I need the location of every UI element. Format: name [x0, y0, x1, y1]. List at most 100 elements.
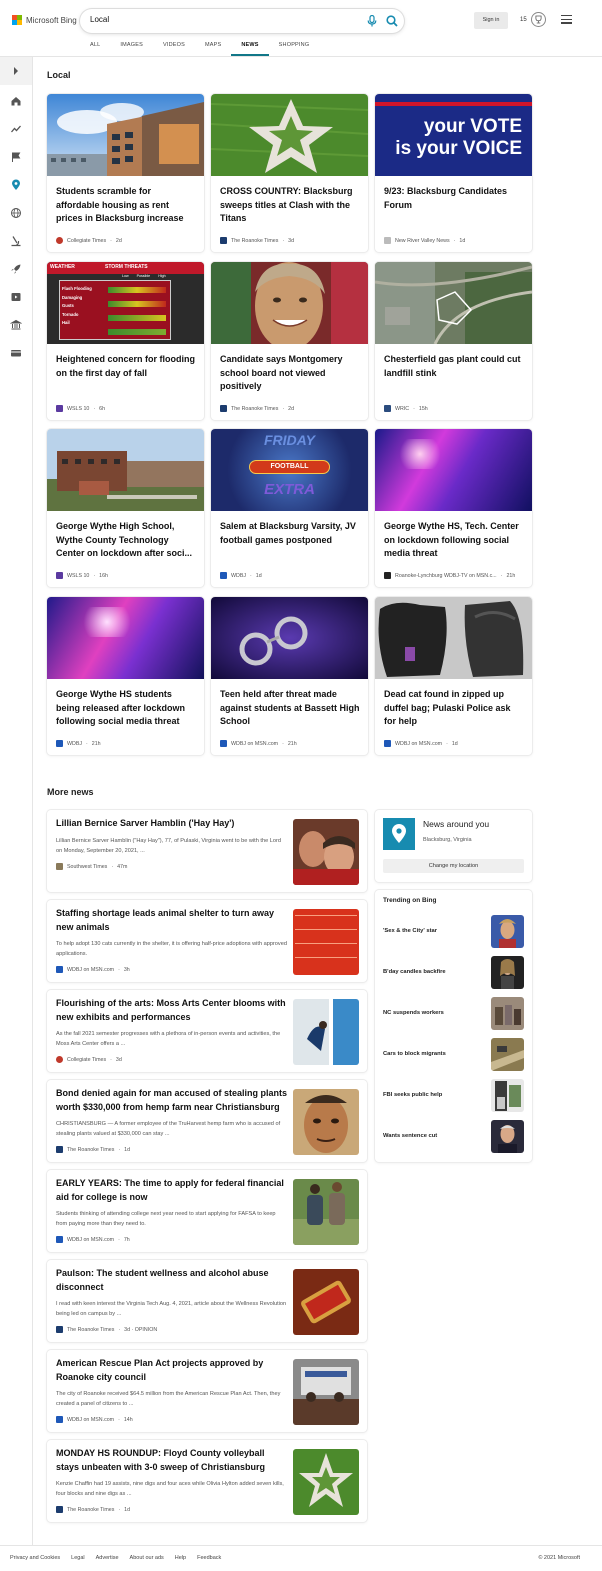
news-item-title[interactable]: EARLY YEARS: The time to apply for feder…	[56, 1177, 288, 1204]
card-title[interactable]: George Wythe High School, Wythe County T…	[56, 520, 196, 561]
trending-label[interactable]: FBI seeks public help	[383, 1092, 442, 1098]
location-pin-icon[interactable]	[10, 179, 22, 191]
news-item-title[interactable]: Bond denied again for man accused of ste…	[56, 1087, 288, 1114]
tab-all[interactable]: ALL	[80, 39, 110, 56]
home-icon[interactable]	[10, 95, 22, 107]
article-age: 7h	[123, 1236, 130, 1243]
rocket-icon[interactable]	[10, 263, 22, 275]
news-card[interactable]: your VOTE is your VOICE 9/23: Blacksburg…	[375, 94, 532, 252]
news-card[interactable]: CROSS COUNTRY: Blacksburg sweeps titles …	[211, 94, 368, 252]
trending-item[interactable]: Cars to block migrants	[383, 1038, 525, 1072]
science-icon[interactable]	[10, 235, 22, 247]
globe-icon[interactable]	[10, 207, 22, 219]
news-card[interactable]: George Wythe HS, Tech. Center on lockdow…	[375, 429, 532, 587]
money-icon[interactable]	[10, 347, 22, 359]
card-title[interactable]: Candidate says Montgomery school board n…	[220, 353, 360, 394]
microphone-icon[interactable]	[367, 15, 377, 27]
news-card[interactable]: George Wythe High School, Wythe County T…	[47, 429, 204, 587]
news-list-item[interactable]: MONDAY HS ROUNDUP: Floyd County volleyba…	[47, 1440, 367, 1522]
news-item-snippet: To help adopt 130 cats currently in the …	[56, 941, 287, 957]
news-card[interactable]: Teen held after threat made against stud…	[211, 597, 368, 755]
hamburger-menu-icon[interactable]	[561, 15, 572, 24]
trending-label[interactable]: 'Sex & the City' star	[383, 928, 437, 934]
tab-shopping[interactable]: SHOPPING	[269, 39, 320, 56]
news-list-item[interactable]: Staffing shortage leads animal shelter t…	[47, 900, 367, 982]
change-location-button[interactable]: Change my location	[383, 859, 524, 873]
tab-videos[interactable]: VIDEOS	[153, 39, 195, 56]
news-item-title[interactable]: Flourishing of the arts: Moss Arts Cente…	[56, 997, 288, 1024]
article-age: 1d	[124, 1506, 131, 1513]
trending-item[interactable]: 'Sex & the City' star	[383, 915, 525, 949]
news-card[interactable]: FRIDAY FOOTBALL EXTRA Salem at Blacksbur…	[211, 429, 368, 587]
news-card[interactable]: Dead cat found in zipped up duffel bag; …	[375, 597, 532, 755]
tab-images[interactable]: IMAGES	[110, 39, 153, 56]
location-pin-icon	[392, 824, 406, 843]
news-list-item[interactable]: EARLY YEARS: The time to apply for feder…	[47, 1170, 367, 1252]
news-item-title[interactable]: American Rescue Plan Act projects approv…	[56, 1357, 288, 1384]
card-title[interactable]: George Wythe HS students being released …	[56, 688, 196, 729]
search-query[interactable]: Local	[90, 15, 109, 24]
trending-item[interactable]: NC suspends workers	[383, 997, 525, 1031]
news-item-title[interactable]: Staffing shortage leads animal shelter t…	[56, 907, 288, 934]
tab-news[interactable]: NEWS	[231, 39, 269, 56]
news-list-item[interactable]: Paulson: The student wellness and alcoho…	[47, 1260, 367, 1342]
news-card[interactable]: WEATHER STORM THREATS Flash Flooding Dam…	[47, 262, 204, 420]
card-title[interactable]: Students scramble for affordable housing…	[56, 185, 196, 226]
bing-logo[interactable]: Microsoft Bing	[12, 15, 77, 25]
flag-icon[interactable]	[10, 151, 22, 163]
government-icon[interactable]	[10, 319, 22, 331]
trending-icon[interactable]	[10, 123, 22, 135]
news-item-thumbnail	[293, 819, 359, 885]
card-title[interactable]: Heightened concern for flooding on the f…	[56, 353, 196, 380]
news-list-item[interactable]: American Rescue Plan Act projects approv…	[47, 1350, 367, 1432]
sign-in-button[interactable]: Sign in	[474, 12, 508, 29]
search-input[interactable]: Local	[80, 9, 404, 33]
trending-item[interactable]: Wants sentence cut	[383, 1120, 525, 1154]
video-icon[interactable]	[10, 291, 22, 303]
trending-label[interactable]: Cars to block migrants	[383, 1051, 446, 1057]
footer-link-help[interactable]: Help	[175, 1555, 186, 1561]
news-card[interactable]: Chesterfield gas plant could cut landfil…	[375, 262, 532, 420]
news-list-item[interactable]: Bond denied again for man accused of ste…	[47, 1080, 367, 1162]
news-item-thumbnail	[293, 909, 359, 975]
news-list-item[interactable]: Lillian Bernice Sarver Hamblin ('Hay Hay…	[47, 810, 367, 892]
news-card[interactable]: Students scramble for affordable housing…	[47, 94, 204, 252]
card-title[interactable]: Chesterfield gas plant could cut landfil…	[384, 353, 524, 380]
article-age: 15h	[418, 405, 428, 412]
search-icon[interactable]	[386, 15, 398, 27]
card-title[interactable]: Dead cat found in zipped up duffel bag; …	[384, 688, 524, 729]
trending-item[interactable]: B'day candles backfire	[383, 956, 525, 990]
rewards-count[interactable]: 15	[520, 17, 527, 23]
trending-label[interactable]: B'day candles backfire	[383, 969, 446, 975]
trending-label[interactable]: NC suspends workers	[383, 1010, 444, 1016]
news-list-item[interactable]: Flourishing of the arts: Moss Arts Cente…	[47, 990, 367, 1072]
news-item-title[interactable]: MONDAY HS ROUNDUP: Floyd County volleyba…	[56, 1447, 288, 1474]
trending-item[interactable]: FBI seeks public help	[383, 1079, 525, 1113]
source-name: WDBJ	[67, 740, 83, 747]
trending-label[interactable]: Wants sentence cut	[383, 1133, 437, 1139]
tab-maps[interactable]: MAPS	[195, 39, 231, 56]
source-logo-icon	[56, 1236, 63, 1243]
footer-link-advertise[interactable]: Advertise	[96, 1555, 119, 1561]
news-item-title[interactable]: Lillian Bernice Sarver Hamblin ('Hay Hay…	[56, 817, 288, 831]
card-title[interactable]: Salem at Blacksburg Varsity, JV football…	[220, 520, 360, 547]
footer-link-feedback[interactable]: Feedback	[197, 1555, 221, 1561]
footer-link-legal[interactable]: Legal	[71, 1555, 84, 1561]
source-logo-icon	[220, 572, 227, 579]
footer-link-privacy[interactable]: Privacy and Cookies	[10, 1555, 60, 1561]
card-title[interactable]: CROSS COUNTRY: Blacksburg sweeps titles …	[220, 185, 360, 226]
footer-link-about-ads[interactable]: About our ads	[130, 1555, 164, 1561]
news-item-title[interactable]: Paulson: The student wellness and alcoho…	[56, 1267, 288, 1294]
news-card[interactable]: Candidate says Montgomery school board n…	[211, 262, 368, 420]
sidebar-expand-button[interactable]	[0, 57, 32, 85]
rewards-trophy-icon[interactable]	[531, 12, 546, 27]
card-source: Collegiate Times · 2d	[56, 237, 122, 244]
card-source: Roanoke-Lynchburg WDBJ-TV on MSN.c... · 2…	[384, 572, 515, 579]
card-title[interactable]: Teen held after threat made against stud…	[220, 688, 360, 729]
source-logo-icon	[56, 1056, 63, 1063]
article-age: 47m	[117, 863, 128, 870]
news-card[interactable]: George Wythe HS students being released …	[47, 597, 204, 755]
article-age: 1d	[124, 1146, 131, 1153]
card-title[interactable]: George Wythe HS, Tech. Center on lockdow…	[384, 520, 524, 561]
card-title[interactable]: 9/23: Blacksburg Candidates Forum	[384, 185, 524, 212]
